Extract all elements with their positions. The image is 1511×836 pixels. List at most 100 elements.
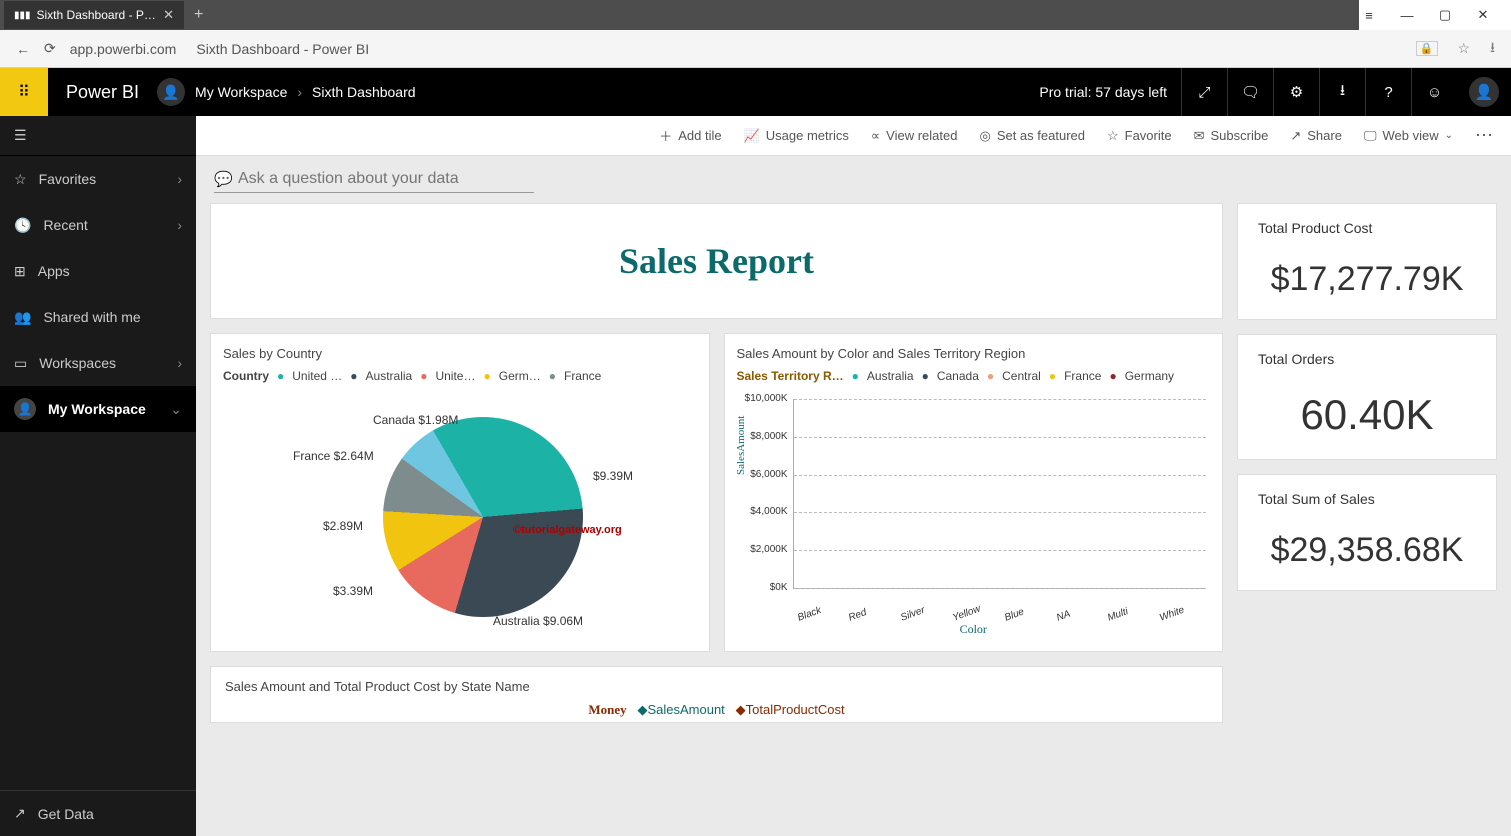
row3-legend: Money ◆SalesAmount ◆TotalProductCost [225,702,1208,718]
minimize-icon[interactable]: — [1397,8,1417,23]
chart-icon: 📈 [744,128,760,144]
back-icon[interactable]: ← [16,41,30,57]
add-tile-button[interactable]: ＋Add tile [659,126,721,145]
chevron-right-icon: › [177,217,182,233]
kpi-label: Total Sum of Sales [1258,491,1476,507]
nav-apps[interactable]: ⊞ Apps [0,248,196,294]
breadcrumb: My Workspace › Sixth Dashboard [195,84,416,100]
web-view-button[interactable]: 🖵 Web view ⌄ [1364,128,1453,144]
left-nav: ☰ ☆ Favorites › 🕓 Recent › ⊞ Apps 👥 Shar… [0,116,196,836]
comment-icon[interactable]: 🗨 [1227,68,1273,116]
badge-icon: ◎ [979,128,990,144]
app-name: Power BI [48,82,157,103]
nav-label: Get Data [38,806,94,822]
chart-title: Sales Amount by Color and Sales Territor… [737,346,1211,361]
monitor-icon: 🖵 [1364,128,1377,144]
chart-title: Sales by Country [223,346,697,361]
breadcrumb-dashboard[interactable]: Sixth Dashboard [312,84,416,100]
tab-title: Sixth Dashboard - Power BI [37,8,158,22]
nav-favorites[interactable]: ☆ Favorites › [0,156,196,202]
action-bar: ＋Add tile 📈Usage metrics ∝ View related ◎… [196,116,1511,156]
chevron-down-icon: ⌄ [170,401,182,418]
tile-total-sales[interactable]: Total Sum of Sales $29,358.68K [1237,474,1497,591]
chevron-right-icon: › [177,171,182,187]
series-label: TotalProductCost [746,702,845,717]
new-tab-button[interactable]: + [184,6,213,24]
tile-sales-by-state[interactable]: Sales Amount and Total Product Cost by S… [210,666,1223,723]
label: Share [1307,128,1342,143]
url-title: Sixth Dashboard - Power BI [196,41,369,57]
help-icon[interactable]: ? [1365,68,1411,116]
nav-get-data[interactable]: ↗ Get Data [0,790,196,836]
fullscreen-icon[interactable]: ⤢ [1181,68,1227,116]
qa-input[interactable] [214,166,534,193]
bar-legend: Sales Territory R…AustraliaCanadaCentral… [737,369,1211,383]
workspaces-icon: ▭ [14,355,27,372]
nav-recent[interactable]: 🕓 Recent › [0,202,196,248]
user-avatar-icon[interactable]: 👤 [157,78,185,106]
tile-sales-by-country[interactable]: Sales by Country CountryUnited …Australi… [210,333,710,652]
star-icon: ☆ [1107,128,1119,144]
tile-report-title[interactable]: Sales Report [210,203,1223,319]
label: Favorite [1125,128,1172,143]
nav-shared[interactable]: 👥 Shared with me [0,294,196,340]
lock-icon[interactable]: 🔒 [1416,41,1438,56]
mail-icon: ✉ [1194,128,1205,144]
tile-sales-by-color[interactable]: Sales Amount by Color and Sales Territor… [724,333,1224,652]
more-icon[interactable]: ⋯ [1475,125,1495,146]
tile-total-orders[interactable]: Total Orders 60.40K [1237,334,1497,460]
label: View related [886,128,957,143]
maximize-icon[interactable]: ▢ [1435,7,1455,23]
favorite-button[interactable]: ☆ Favorite [1107,128,1172,144]
money-label: Money [588,702,626,717]
refresh-icon[interactable]: ⟳ [44,40,56,57]
chevron-right-icon: › [177,355,182,371]
trial-text: Pro trial: 57 days left [1039,84,1181,100]
related-icon: ∝ [871,128,880,144]
chart-icon: ▮▮▮ [14,10,31,21]
pie-data-label: $9.39M [593,469,633,483]
breadcrumb-workspace[interactable]: My Workspace [195,84,287,100]
profile-avatar-icon[interactable]: 👤 [1469,77,1499,107]
share-button[interactable]: ↗Share [1290,128,1342,144]
clock-icon: 🕓 [14,217,31,234]
download-app-icon[interactable]: ⭳ [1319,68,1365,116]
hamburger-icon[interactable]: ☰ [0,116,196,156]
plus-icon: ＋ [659,126,672,145]
nav-label: Favorites [39,171,97,187]
chevron-right-icon: › [297,84,302,100]
label: Set as featured [997,128,1085,143]
subscribe-button[interactable]: ✉ Subscribe [1194,128,1269,144]
kpi-label: Total Product Cost [1258,220,1476,236]
pie-data-label: $3.39M [333,584,373,598]
set-featured-button[interactable]: ◎ Set as featured [979,128,1085,144]
download-icon[interactable]: ⭳ [1490,37,1495,61]
series-label: SalesAmount [647,702,724,717]
label: Web view [1382,128,1438,143]
nav-workspaces[interactable]: ▭ Workspaces › [0,340,196,386]
star-icon[interactable]: ☆ [1458,40,1471,57]
nav-my-workspace[interactable]: 👤 My Workspace ⌄ [0,386,196,432]
view-related-button[interactable]: ∝ View related [871,128,958,144]
usage-metrics-button[interactable]: 📈Usage metrics [744,128,849,144]
kpi-value: $17,277.79K [1258,260,1476,299]
pie-legend: CountryUnited …AustraliaUnite…Germ…Franc… [223,369,697,383]
gear-icon[interactable]: ⚙ [1273,68,1319,116]
url-host[interactable]: app.powerbi.com [70,41,177,57]
watermark: ©tutorialgateway.org [513,524,622,536]
pie-data-label: $2.89M [323,519,363,533]
label: Subscribe [1211,128,1269,143]
tile-total-product-cost[interactable]: Total Product Cost $17,277.79K [1237,203,1497,320]
browser-tab[interactable]: ▮▮▮ Sixth Dashboard - Power BI ✕ [4,1,184,29]
smile-icon[interactable]: ☺ [1411,68,1457,116]
report-title: Sales Report [211,204,1222,318]
nav-label: Shared with me [43,309,140,325]
nav-label: Apps [38,263,70,279]
browser-menu-icon[interactable]: ≡ [1359,8,1379,23]
chevron-down-icon: ⌄ [1445,130,1453,141]
window-close-icon[interactable]: ✕ [1473,7,1493,23]
y-axis-label: SalesAmount [735,416,747,475]
close-icon[interactable]: ✕ [163,7,174,23]
nav-label: Workspaces [39,355,116,371]
app-menu-icon[interactable]: ⠿ [0,68,48,116]
